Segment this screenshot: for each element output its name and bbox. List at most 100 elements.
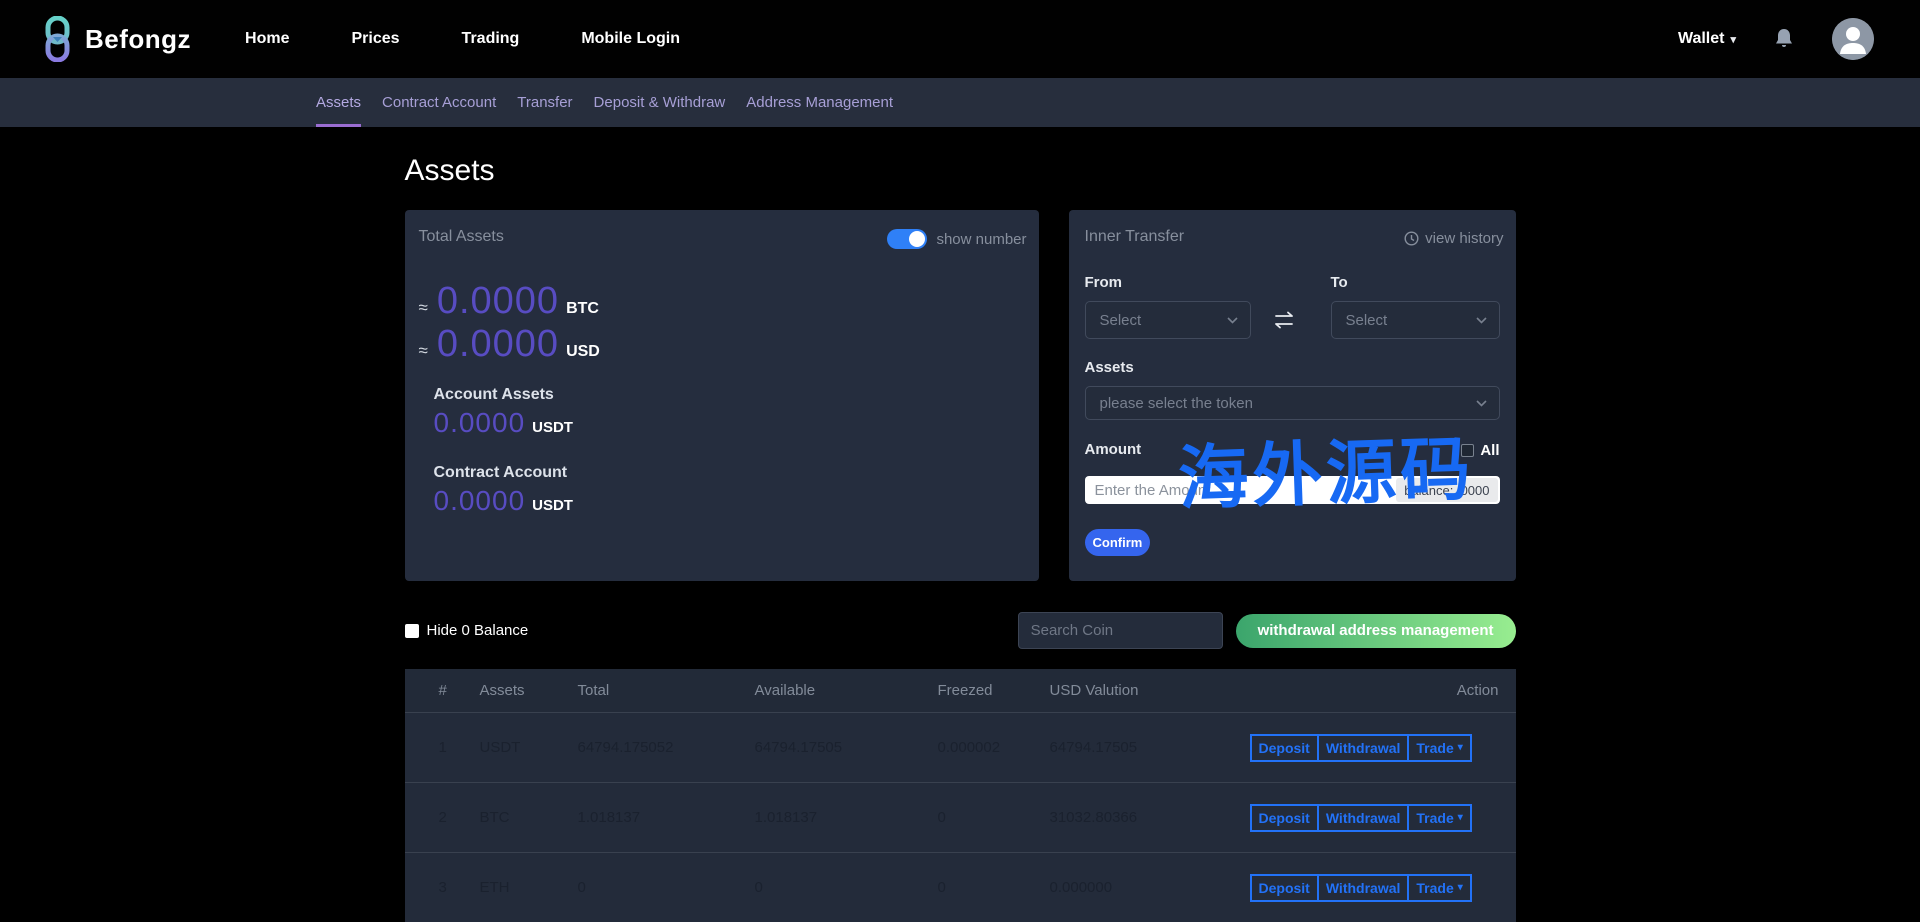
from-select[interactable]: Select <box>1084 301 1251 339</box>
trade-dropdown-button[interactable]: Trade ▾ <box>1407 873 1472 902</box>
contract-account-block: Contract Account 0.0000 USDT <box>434 464 573 517</box>
token-select[interactable]: please select the token <box>1084 386 1500 420</box>
chevron-down-icon <box>1475 316 1487 324</box>
row-actions: Deposit Withdrawal Trade ▾ <box>1249 803 1560 832</box>
from-select-value: Select <box>1099 311 1142 329</box>
cell-available: 64794.17505 <box>754 739 843 756</box>
amount-label: Amount <box>1084 441 1142 458</box>
cell-index: 1 <box>438 739 447 756</box>
table-row: 3 ETH 0 0 0 0.000000 Deposit Withdrawal … <box>404 852 1516 922</box>
balance-suffix: balance: .0000 <box>1396 478 1498 502</box>
subnav-item-transfer[interactable]: Transfer <box>517 78 572 127</box>
hide-zero-balance[interactable]: Hide 0 Balance <box>404 622 529 639</box>
total-btc-line: ≈ 0.0000 BTC <box>419 280 599 323</box>
cell-asset: ETH <box>479 879 510 896</box>
navbar-right: Wallet ▾ <box>1678 18 1874 60</box>
hide-zero-checkbox[interactable] <box>404 623 419 638</box>
total-usd-line: ≈ 0.0000 USD <box>419 323 600 366</box>
clock-icon <box>1404 231 1419 246</box>
amount-input[interactable] <box>1084 476 1397 504</box>
cell-usd-valuation: 64794.17505 <box>1049 739 1138 756</box>
to-select[interactable]: Select <box>1330 301 1500 339</box>
subnav-item-address-management[interactable]: Address Management <box>746 78 893 127</box>
approx-sign: ≈ <box>418 298 428 317</box>
col-assets: Assets <box>479 682 525 699</box>
deposit-button[interactable]: Deposit <box>1249 803 1319 832</box>
cell-index: 2 <box>438 809 447 826</box>
nav-item-mobile-login[interactable]: Mobile Login <box>581 30 680 48</box>
col-freezed: Freezed <box>937 682 993 699</box>
contract-account-label: Contract Account <box>433 464 568 481</box>
contract-account-unit: USDT <box>532 497 573 514</box>
confirm-button[interactable]: Confirm <box>1084 529 1151 556</box>
cell-usd-valuation: 0.000000 <box>1049 879 1113 896</box>
all-label: All <box>1480 442 1500 459</box>
cell-available: 1.018137 <box>754 809 818 826</box>
main-content: Assets Total Assets show number ≈ 0.0000… <box>404 154 1516 922</box>
to-label: To <box>1330 274 1348 291</box>
trade-dropdown-button[interactable]: Trade ▾ <box>1407 803 1472 832</box>
withdrawal-button[interactable]: Withdrawal <box>1316 873 1410 902</box>
deposit-button[interactable]: Deposit <box>1249 873 1319 902</box>
subnav-item-deposit-withdraw[interactable]: Deposit & Withdraw <box>594 78 726 127</box>
approx-sign: ≈ <box>418 341 428 360</box>
account-assets-unit: USDT <box>532 419 573 436</box>
assets-label: Assets <box>1084 359 1134 376</box>
search-coin-input[interactable] <box>1017 612 1223 649</box>
cell-total: 64794.175052 <box>577 739 674 756</box>
cell-freezed: 0 <box>937 809 946 826</box>
total-usd-unit: USD <box>566 343 600 360</box>
show-number-toggle[interactable] <box>887 229 928 249</box>
wallet-label: Wallet <box>1677 30 1725 47</box>
subnav-item-contract-account[interactable]: Contract Account <box>382 78 496 127</box>
wallet-subnav: Assets Contract Account Transfer Deposit… <box>0 78 1920 127</box>
withdrawal-address-management-button[interactable]: withdrawal address management <box>1235 613 1516 648</box>
deposit-button[interactable]: Deposit <box>1249 733 1319 762</box>
total-assets-title: Total Assets <box>418 228 504 245</box>
chevron-down-icon: ▾ <box>1730 33 1736 46</box>
contract-account-value: 0.0000 <box>433 485 526 516</box>
chevron-down-icon: ▾ <box>1457 882 1463 893</box>
col-total: Total <box>577 682 610 699</box>
account-assets-block: Account Assets 0.0000 USDT <box>434 386 573 439</box>
total-btc-value: 0.0000 <box>436 280 560 322</box>
account-assets-value: 0.0000 <box>433 407 526 438</box>
cell-available: 0 <box>754 879 763 896</box>
cell-usd-valuation: 31032.80366 <box>1049 809 1138 826</box>
nav-item-prices[interactable]: Prices <box>352 30 400 48</box>
bell-icon[interactable] <box>1774 28 1794 50</box>
hide-zero-label: Hide 0 Balance <box>426 622 529 639</box>
swap-direction-icon[interactable] <box>1265 308 1303 332</box>
show-number-label: show number <box>936 230 1027 248</box>
cell-asset: USDT <box>479 739 521 756</box>
transfer-all-group: All <box>1461 442 1500 459</box>
chevron-down-icon: ▾ <box>1457 812 1463 823</box>
avatar[interactable] <box>1832 18 1874 60</box>
table-row: 2 BTC 1.018137 1.018137 0 31032.80366 De… <box>404 782 1516 852</box>
brand-name: Befongz <box>85 23 192 54</box>
withdrawal-button[interactable]: Withdrawal <box>1316 803 1410 832</box>
table-row: 1 USDT 64794.175052 64794.17505 0.000002… <box>404 712 1516 782</box>
col-index: # <box>438 682 447 699</box>
brand[interactable]: Befongz <box>44 16 191 62</box>
subnav-item-assets[interactable]: Assets <box>316 78 362 127</box>
from-label: From <box>1084 274 1123 291</box>
total-btc-unit: BTC <box>566 300 599 317</box>
withdrawal-button[interactable]: Withdrawal <box>1316 733 1410 762</box>
cell-freezed: 0 <box>937 879 946 896</box>
view-history-link[interactable]: view history <box>1404 230 1504 247</box>
chevron-down-icon: ▾ <box>1457 742 1463 753</box>
to-select-value: Select <box>1345 311 1388 329</box>
view-history-label: view history <box>1425 230 1504 247</box>
total-assets-card: Total Assets show number ≈ 0.0000 BTC ≈ … <box>404 210 1039 581</box>
nav-item-home[interactable]: Home <box>245 30 289 48</box>
trade-dropdown-button[interactable]: Trade ▾ <box>1407 733 1472 762</box>
cell-total: 0 <box>577 879 586 896</box>
all-checkbox[interactable] <box>1461 444 1475 457</box>
table-header: # Assets Total Available Freezed USD Val… <box>404 669 1516 712</box>
wallet-dropdown[interactable]: Wallet ▾ <box>1678 30 1736 48</box>
nav-item-trading[interactable]: Trading <box>462 30 520 48</box>
filter-bar: Hide 0 Balance withdrawal address manage… <box>404 612 1516 649</box>
row-actions: Deposit Withdrawal Trade ▾ <box>1249 873 1560 902</box>
row-actions: Deposit Withdrawal Trade ▾ <box>1249 733 1560 762</box>
